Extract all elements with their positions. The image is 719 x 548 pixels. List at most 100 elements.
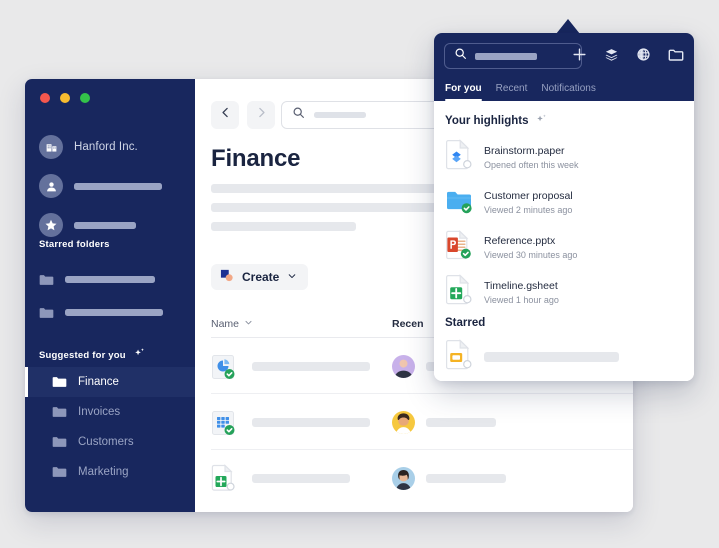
navigation-buttons <box>211 101 275 129</box>
file-meta: Viewed 2 minutes ago <box>484 204 573 215</box>
sidebar-item-marketing[interactable]: Marketing <box>25 457 195 487</box>
folder-blue-icon <box>445 184 473 220</box>
popup-tabs: For you Recent Notifications <box>445 83 596 101</box>
popup-body: Your highlights Brainstorm.paper Opened … <box>434 101 694 381</box>
avatar[interactable] <box>392 411 415 434</box>
file-name: Reference.pptx <box>484 234 556 247</box>
personal-label-skeleton <box>74 182 162 190</box>
forward-button[interactable] <box>247 101 275 129</box>
folder-icon <box>52 436 67 448</box>
highlight-text: Brainstorm.paper Opened often this week <box>484 145 579 170</box>
sidebar-item-label: Marketing <box>78 466 129 478</box>
file-name-skeleton <box>252 418 370 427</box>
table-row[interactable] <box>195 394 633 450</box>
plus-icon[interactable] <box>572 47 587 67</box>
folder-icon <box>52 406 67 418</box>
create-label: Create <box>242 270 280 284</box>
page-title: Finance <box>211 145 301 172</box>
your-highlights-heading: Your highlights <box>445 113 548 129</box>
window-controls[interactable] <box>40 93 90 103</box>
account-name: Hanford Inc. <box>74 141 138 153</box>
star-icon <box>39 213 63 237</box>
avatar[interactable] <box>392 355 415 378</box>
highlight-text: Customer proposal Viewed 2 minutes ago <box>484 190 573 215</box>
back-button[interactable] <box>211 101 239 129</box>
account-section: Hanford Inc. <box>39 131 183 248</box>
highlight-item-timeline[interactable]: Timeline.gsheet Viewed 1 hour ago <box>445 274 686 310</box>
gsheet-file-icon <box>211 464 235 492</box>
sidebar-item-finance[interactable]: Finance <box>25 367 195 397</box>
sparkle-icon <box>535 113 548 129</box>
popup-search-input[interactable] <box>444 43 582 69</box>
pie-chart-file-icon <box>211 354 235 380</box>
globe-icon[interactable] <box>636 47 651 67</box>
file-meta: Viewed 30 minutes ago <box>484 249 578 260</box>
sparkle-icon <box>133 347 146 363</box>
content-skeleton-line <box>211 222 356 231</box>
folder-name-skeleton <box>65 275 155 283</box>
file-name: Customer proposal <box>484 189 573 202</box>
folder-name-skeleton <box>65 308 163 316</box>
sidebar-item-label: Invoices <box>78 406 121 418</box>
suggested-heading: Suggested for you <box>39 347 146 363</box>
highlight-item-reference[interactable]: Reference.pptx Viewed 30 minutes ago <box>445 229 686 265</box>
starred-folder-item[interactable] <box>39 301 185 323</box>
slides-file-icon <box>445 339 473 375</box>
account-switcher[interactable]: Hanford Inc. <box>39 131 183 163</box>
search-icon <box>292 106 305 124</box>
recent-cell-skeleton <box>426 474 506 483</box>
gsheet-file-icon <box>445 274 473 310</box>
column-label: Recen <box>392 318 424 330</box>
sidebar-item-invoices[interactable]: Invoices <box>25 397 195 427</box>
file-meta: Viewed 1 hour ago <box>484 294 559 305</box>
starred-label-skeleton <box>74 221 136 229</box>
avatar[interactable] <box>392 467 415 490</box>
starred-folders-heading: Starred folders <box>39 239 110 250</box>
starred-entry[interactable] <box>39 209 183 241</box>
screen: Hanford Inc. Starred folders Suggested f… <box>0 0 719 548</box>
maximize-button[interactable] <box>80 93 90 103</box>
sidebar: Hanford Inc. Starred folders Suggested f… <box>25 79 195 512</box>
table-row[interactable] <box>195 450 633 506</box>
personal-entry[interactable] <box>39 170 183 202</box>
starred-name-skeleton <box>484 352 619 362</box>
file-meta: Opened often this week <box>484 159 579 170</box>
layers-icon[interactable] <box>604 47 619 67</box>
person-icon <box>39 174 63 198</box>
starred-heading: Starred <box>445 317 486 329</box>
close-button[interactable] <box>40 93 50 103</box>
minimize-button[interactable] <box>60 93 70 103</box>
column-header-name[interactable]: Name <box>211 318 253 330</box>
column-label: Name <box>211 318 240 330</box>
spreadsheet-file-icon <box>211 410 235 436</box>
create-shape-icon <box>220 269 234 285</box>
tab-for-you[interactable]: For you <box>445 83 482 101</box>
highlight-text: Reference.pptx Viewed 30 minutes ago <box>484 235 577 260</box>
starred-folder-item[interactable] <box>39 268 185 290</box>
sidebar-item-label: Finance <box>78 376 119 388</box>
sidebar-item-customers[interactable]: Customers <box>25 427 195 457</box>
folder-icon <box>52 466 67 478</box>
folder-icon[interactable] <box>668 48 684 67</box>
folder-icon <box>52 376 67 388</box>
highlight-item-customer-proposal[interactable]: Customer proposal Viewed 2 minutes ago <box>445 184 686 220</box>
starred-item[interactable] <box>445 339 686 375</box>
building-icon <box>39 135 63 159</box>
folder-icon <box>39 273 54 285</box>
highlight-text: Timeline.gsheet Viewed 1 hour ago <box>484 280 559 305</box>
popup-pointer-arrow <box>556 19 580 34</box>
tab-notifications[interactable]: Notifications <box>541 83 595 101</box>
chevron-left-icon <box>219 106 232 124</box>
tab-recent[interactable]: Recent <box>496 83 528 101</box>
popup-header-icons <box>572 47 684 67</box>
folder-icon <box>39 306 54 318</box>
popup-panel: For you Recent Notifications Your highli… <box>434 33 694 381</box>
powerpoint-file-icon <box>445 229 473 265</box>
highlight-item-brainstorm[interactable]: Brainstorm.paper Opened often this week <box>445 139 686 175</box>
column-header-recent[interactable]: Recen <box>392 318 424 330</box>
paper-file-icon <box>445 139 473 175</box>
recent-cell-skeleton <box>426 418 496 427</box>
sidebar-item-label: Customers <box>78 436 134 448</box>
create-button[interactable]: Create <box>211 264 309 290</box>
file-name: Timeline.gsheet <box>484 279 558 292</box>
